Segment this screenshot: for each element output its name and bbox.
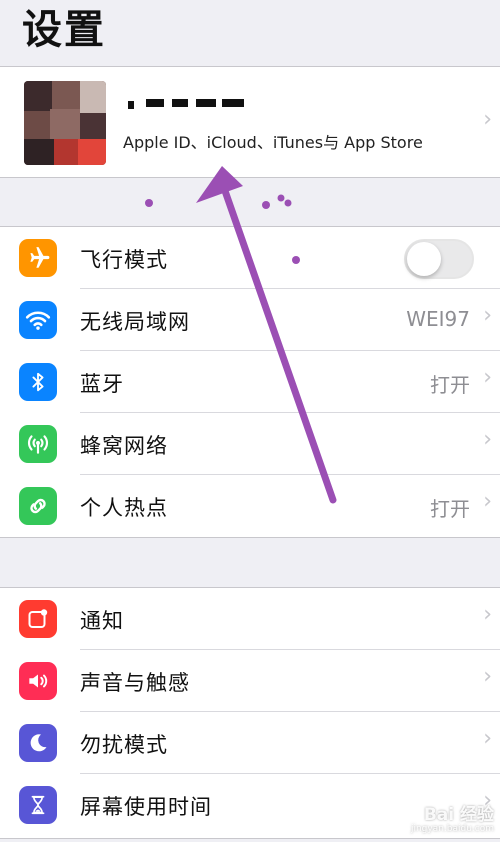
airplane-icon xyxy=(19,239,57,277)
settings-row-airplane-mode[interactable]: 飞行模式 xyxy=(0,227,500,289)
sound-icon xyxy=(19,662,57,700)
bluetooth-icon xyxy=(19,363,57,401)
settings-row-cellular[interactable]: 蜂窝网络 › xyxy=(0,413,500,475)
watermark-main: Bai 经验 xyxy=(423,805,494,825)
airplane-mode-toggle[interactable] xyxy=(404,239,474,279)
connectivity-group: 飞行模式 无线局域网 WEI97 › 蓝牙 打开 › 蜂窝网络 › 个人热点 打… xyxy=(0,226,500,538)
moon-icon xyxy=(19,724,57,762)
annotation-dot xyxy=(284,199,292,207)
annotation-dot xyxy=(145,199,153,207)
chevron-right-icon: › xyxy=(483,365,492,390)
profile-name-redacted xyxy=(120,95,260,113)
toggle-knob xyxy=(407,242,441,276)
row-label: 蜂窝网络 xyxy=(80,434,168,458)
row-label: 蓝牙 xyxy=(80,372,124,396)
hourglass-icon xyxy=(19,786,57,824)
row-value: 打开 xyxy=(430,373,470,397)
annotation-dot xyxy=(277,194,285,202)
settings-row-do-not-disturb[interactable]: 勿扰模式 › xyxy=(0,712,500,774)
chevron-right-icon: › xyxy=(483,427,492,452)
settings-row-wifi[interactable]: 无线局域网 WEI97 › xyxy=(0,289,500,351)
row-value: 打开 xyxy=(430,497,470,521)
chevron-right-icon: › xyxy=(483,664,492,689)
row-label: 个人热点 xyxy=(80,496,168,520)
annotation-dot xyxy=(262,201,270,209)
apple-id-subtitle: Apple ID、iCloud、iTunes与 App Store xyxy=(123,133,423,152)
row-label: 勿扰模式 xyxy=(80,733,168,757)
chevron-right-icon: › xyxy=(483,303,492,328)
watermark-url: jingyan.baidu.com xyxy=(410,824,494,834)
settings-row-sounds-haptics[interactable]: 声音与触感 › xyxy=(0,650,500,712)
page-title: 设置 xyxy=(22,7,106,53)
avatar xyxy=(24,81,106,165)
chevron-right-icon: › xyxy=(483,602,492,627)
row-label: 飞行模式 xyxy=(80,248,168,272)
settings-row-bluetooth[interactable]: 蓝牙 打开 › xyxy=(0,351,500,413)
baidu-jingyan-watermark: Bai 经验 jingyan.baidu.com xyxy=(411,800,494,834)
settings-row-notifications[interactable]: 通知 › xyxy=(0,588,500,650)
row-label: 通知 xyxy=(80,609,124,633)
hotspot-icon xyxy=(19,487,57,525)
wifi-icon xyxy=(19,301,57,339)
chevron-right-icon: › xyxy=(483,107,492,132)
cellular-icon xyxy=(19,425,57,463)
row-label: 无线局域网 xyxy=(80,310,190,334)
notifications-icon xyxy=(19,600,57,638)
chevron-right-icon: › xyxy=(483,726,492,751)
chevron-right-icon: › xyxy=(483,489,492,514)
row-label: 声音与触感 xyxy=(80,671,190,695)
row-value: WEI97 xyxy=(406,307,470,331)
apple-id-profile-row[interactable]: Apple ID、iCloud、iTunes与 App Store › xyxy=(0,66,500,178)
row-label: 屏幕使用时间 xyxy=(80,795,212,819)
settings-row-personal-hotspot[interactable]: 个人热点 打开 › xyxy=(0,475,500,537)
